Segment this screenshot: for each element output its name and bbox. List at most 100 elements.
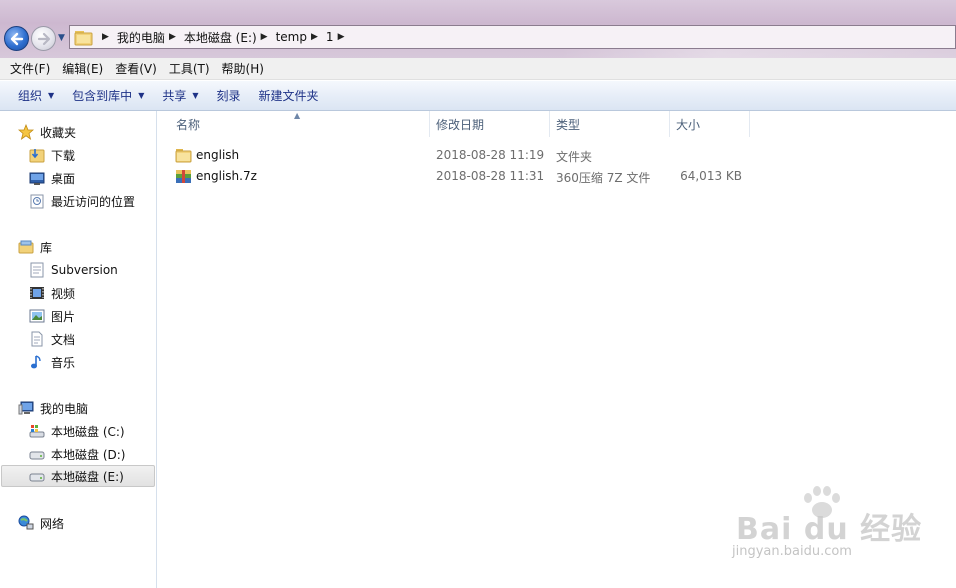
column-header-type[interactable]: 类型: [550, 111, 670, 137]
file-row[interactable]: english.7z 2018-08-28 11:31 360压缩 7Z 文件 …: [172, 166, 772, 187]
downloads-folder-icon: [29, 147, 45, 163]
watermark-brand: Bai du 经验: [736, 512, 923, 547]
file-date: 2018-08-28 11:19: [436, 148, 545, 162]
file-type: 360压缩 7Z 文件: [556, 171, 651, 185]
breadcrumb-separator-icon[interactable]: ▶: [102, 32, 109, 42]
include-in-library-button[interactable]: 包含到库中 ▼: [66, 87, 156, 104]
nav-favorites-label: 收藏夹: [40, 125, 77, 140]
forward-arrow-icon: [37, 32, 51, 46]
new-folder-label: 新建文件夹: [258, 89, 319, 103]
column-header-name[interactable]: 名称: [170, 111, 430, 137]
column-header-size[interactable]: 大小: [670, 111, 750, 137]
burn-button[interactable]: 刻录: [211, 87, 253, 104]
nav-item-label: 本地磁盘 (E:): [51, 469, 124, 484]
nav-item-label: 桌面: [51, 171, 76, 186]
nav-item-label: 下载: [51, 148, 76, 163]
organize-label: 组织: [18, 89, 43, 103]
nav-computer[interactable]: 我的电脑: [18, 397, 88, 419]
library-icon: [18, 239, 34, 255]
menu-view[interactable]: 查看(V): [109, 60, 163, 77]
nav-item-downloads[interactable]: 下载: [29, 144, 75, 166]
file-type: 文件夹: [556, 150, 593, 164]
menu-bar: 文件(F) 编辑(E) 查看(V) 工具(T) 帮助(H): [0, 58, 956, 80]
nav-libraries[interactable]: 库: [18, 236, 52, 258]
archive-icon: [175, 168, 192, 184]
breadcrumb-separator-icon[interactable]: ▶: [338, 32, 345, 42]
share-label: 共享: [162, 89, 187, 103]
breadcrumb-temp[interactable]: temp: [276, 30, 307, 44]
document-icon: [29, 331, 45, 347]
command-bar: 组织 ▼ 包含到库中 ▼ 共享 ▼ 刻录 新建文件夹: [0, 81, 956, 111]
nav-item-documents[interactable]: 文档: [29, 328, 75, 350]
nav-item-videos[interactable]: 视频: [29, 282, 75, 304]
nav-item-subversion[interactable]: Subversion: [29, 259, 118, 281]
folder-icon: [74, 28, 94, 46]
chevron-down-icon: ▼: [48, 91, 55, 100]
nav-favorites[interactable]: 收藏夹: [17, 121, 77, 143]
new-folder-button[interactable]: 新建文件夹: [253, 87, 331, 104]
nav-item-label: Subversion: [51, 263, 118, 277]
breadcrumb-my-computer[interactable]: 我的电脑: [117, 29, 165, 46]
back-arrow-icon: [10, 32, 24, 46]
nav-item-pictures[interactable]: 图片: [29, 305, 75, 327]
nav-item-label: 本地磁盘 (D:): [51, 447, 126, 462]
column-headers: ▲ 名称 修改日期 类型 大小: [158, 111, 956, 137]
nav-item-label: 视频: [51, 286, 76, 301]
share-button[interactable]: 共享 ▼: [156, 87, 210, 104]
nav-network-label: 网络: [40, 516, 65, 531]
hard-drive-icon: [29, 468, 45, 484]
organize-button[interactable]: 组织 ▼: [12, 87, 66, 104]
nav-item-label: 图片: [51, 309, 76, 324]
breadcrumb-separator-icon[interactable]: ▶: [261, 32, 268, 42]
burn-label: 刻录: [216, 89, 241, 103]
desktop-icon: [29, 170, 45, 186]
nav-computer-label: 我的电脑: [40, 401, 89, 416]
watermark: Bai du 经验 jingyan.baidu.com: [722, 482, 922, 572]
breadcrumb-drive-e[interactable]: 本地磁盘 (E:): [184, 29, 257, 46]
nav-item-label: 最近访问的位置: [51, 194, 136, 209]
nav-item-label: 音乐: [51, 355, 76, 370]
history-dropdown-icon[interactable]: ▼: [58, 33, 68, 43]
file-date: 2018-08-28 11:31: [436, 169, 545, 183]
watermark-url: jingyan.baidu.com: [732, 544, 852, 559]
hard-drive-icon: [29, 446, 45, 462]
nav-item-music[interactable]: 音乐: [29, 351, 75, 373]
network-icon: [18, 515, 34, 531]
address-bar[interactable]: ▶ 我的电脑 ▶ 本地磁盘 (E:) ▶ temp ▶ 1 ▶: [69, 25, 956, 49]
nav-item-label: 文档: [51, 332, 76, 347]
breadcrumb-separator-icon[interactable]: ▶: [169, 32, 176, 42]
video-icon: [29, 285, 45, 301]
file-name: english: [196, 148, 240, 162]
breadcrumb-folder-1[interactable]: 1: [326, 30, 334, 44]
menu-help[interactable]: 帮助(H): [216, 60, 270, 77]
music-note-icon: [29, 354, 45, 370]
computer-icon: [18, 400, 34, 416]
folder-icon: [175, 147, 192, 163]
nav-item-drive-e[interactable]: 本地磁盘 (E:): [1, 465, 155, 487]
back-button[interactable]: [4, 26, 29, 51]
forward-button[interactable]: [31, 26, 56, 51]
column-date-label: 修改日期: [436, 117, 485, 132]
nav-item-label: 本地磁盘 (C:): [51, 424, 125, 439]
nav-libraries-label: 库: [40, 240, 53, 255]
column-type-label: 类型: [556, 117, 581, 132]
column-header-date[interactable]: 修改日期: [430, 111, 550, 137]
file-row[interactable]: english 2018-08-28 11:19 文件夹: [172, 145, 772, 166]
menu-file[interactable]: 文件(F): [4, 60, 56, 77]
nav-item-drive-d[interactable]: 本地磁盘 (D:): [29, 443, 125, 465]
chevron-down-icon: ▼: [192, 91, 199, 100]
file-name: english.7z: [196, 169, 257, 183]
menu-edit[interactable]: 编辑(E): [56, 60, 109, 77]
nav-network[interactable]: 网络: [18, 512, 64, 534]
menu-tools[interactable]: 工具(T): [163, 60, 216, 77]
column-name-label: 名称: [176, 117, 201, 132]
breadcrumb-separator-icon[interactable]: ▶: [311, 32, 318, 42]
chevron-down-icon: ▼: [138, 91, 145, 100]
window-titlebar: ▼ ▶ 我的电脑 ▶ 本地磁盘 (E:) ▶ temp ▶ 1 ▶: [0, 0, 956, 58]
document-library-icon: [29, 262, 45, 278]
navigation-pane: 收藏夹 下载 桌面 最近访问的位置 库 Subversion 视频 图片 文档 …: [0, 111, 157, 588]
nav-item-recent-places[interactable]: 最近访问的位置: [29, 190, 135, 212]
nav-item-drive-c[interactable]: 本地磁盘 (C:): [29, 420, 125, 442]
column-size-label: 大小: [676, 117, 701, 132]
nav-item-desktop[interactable]: 桌面: [29, 167, 75, 189]
